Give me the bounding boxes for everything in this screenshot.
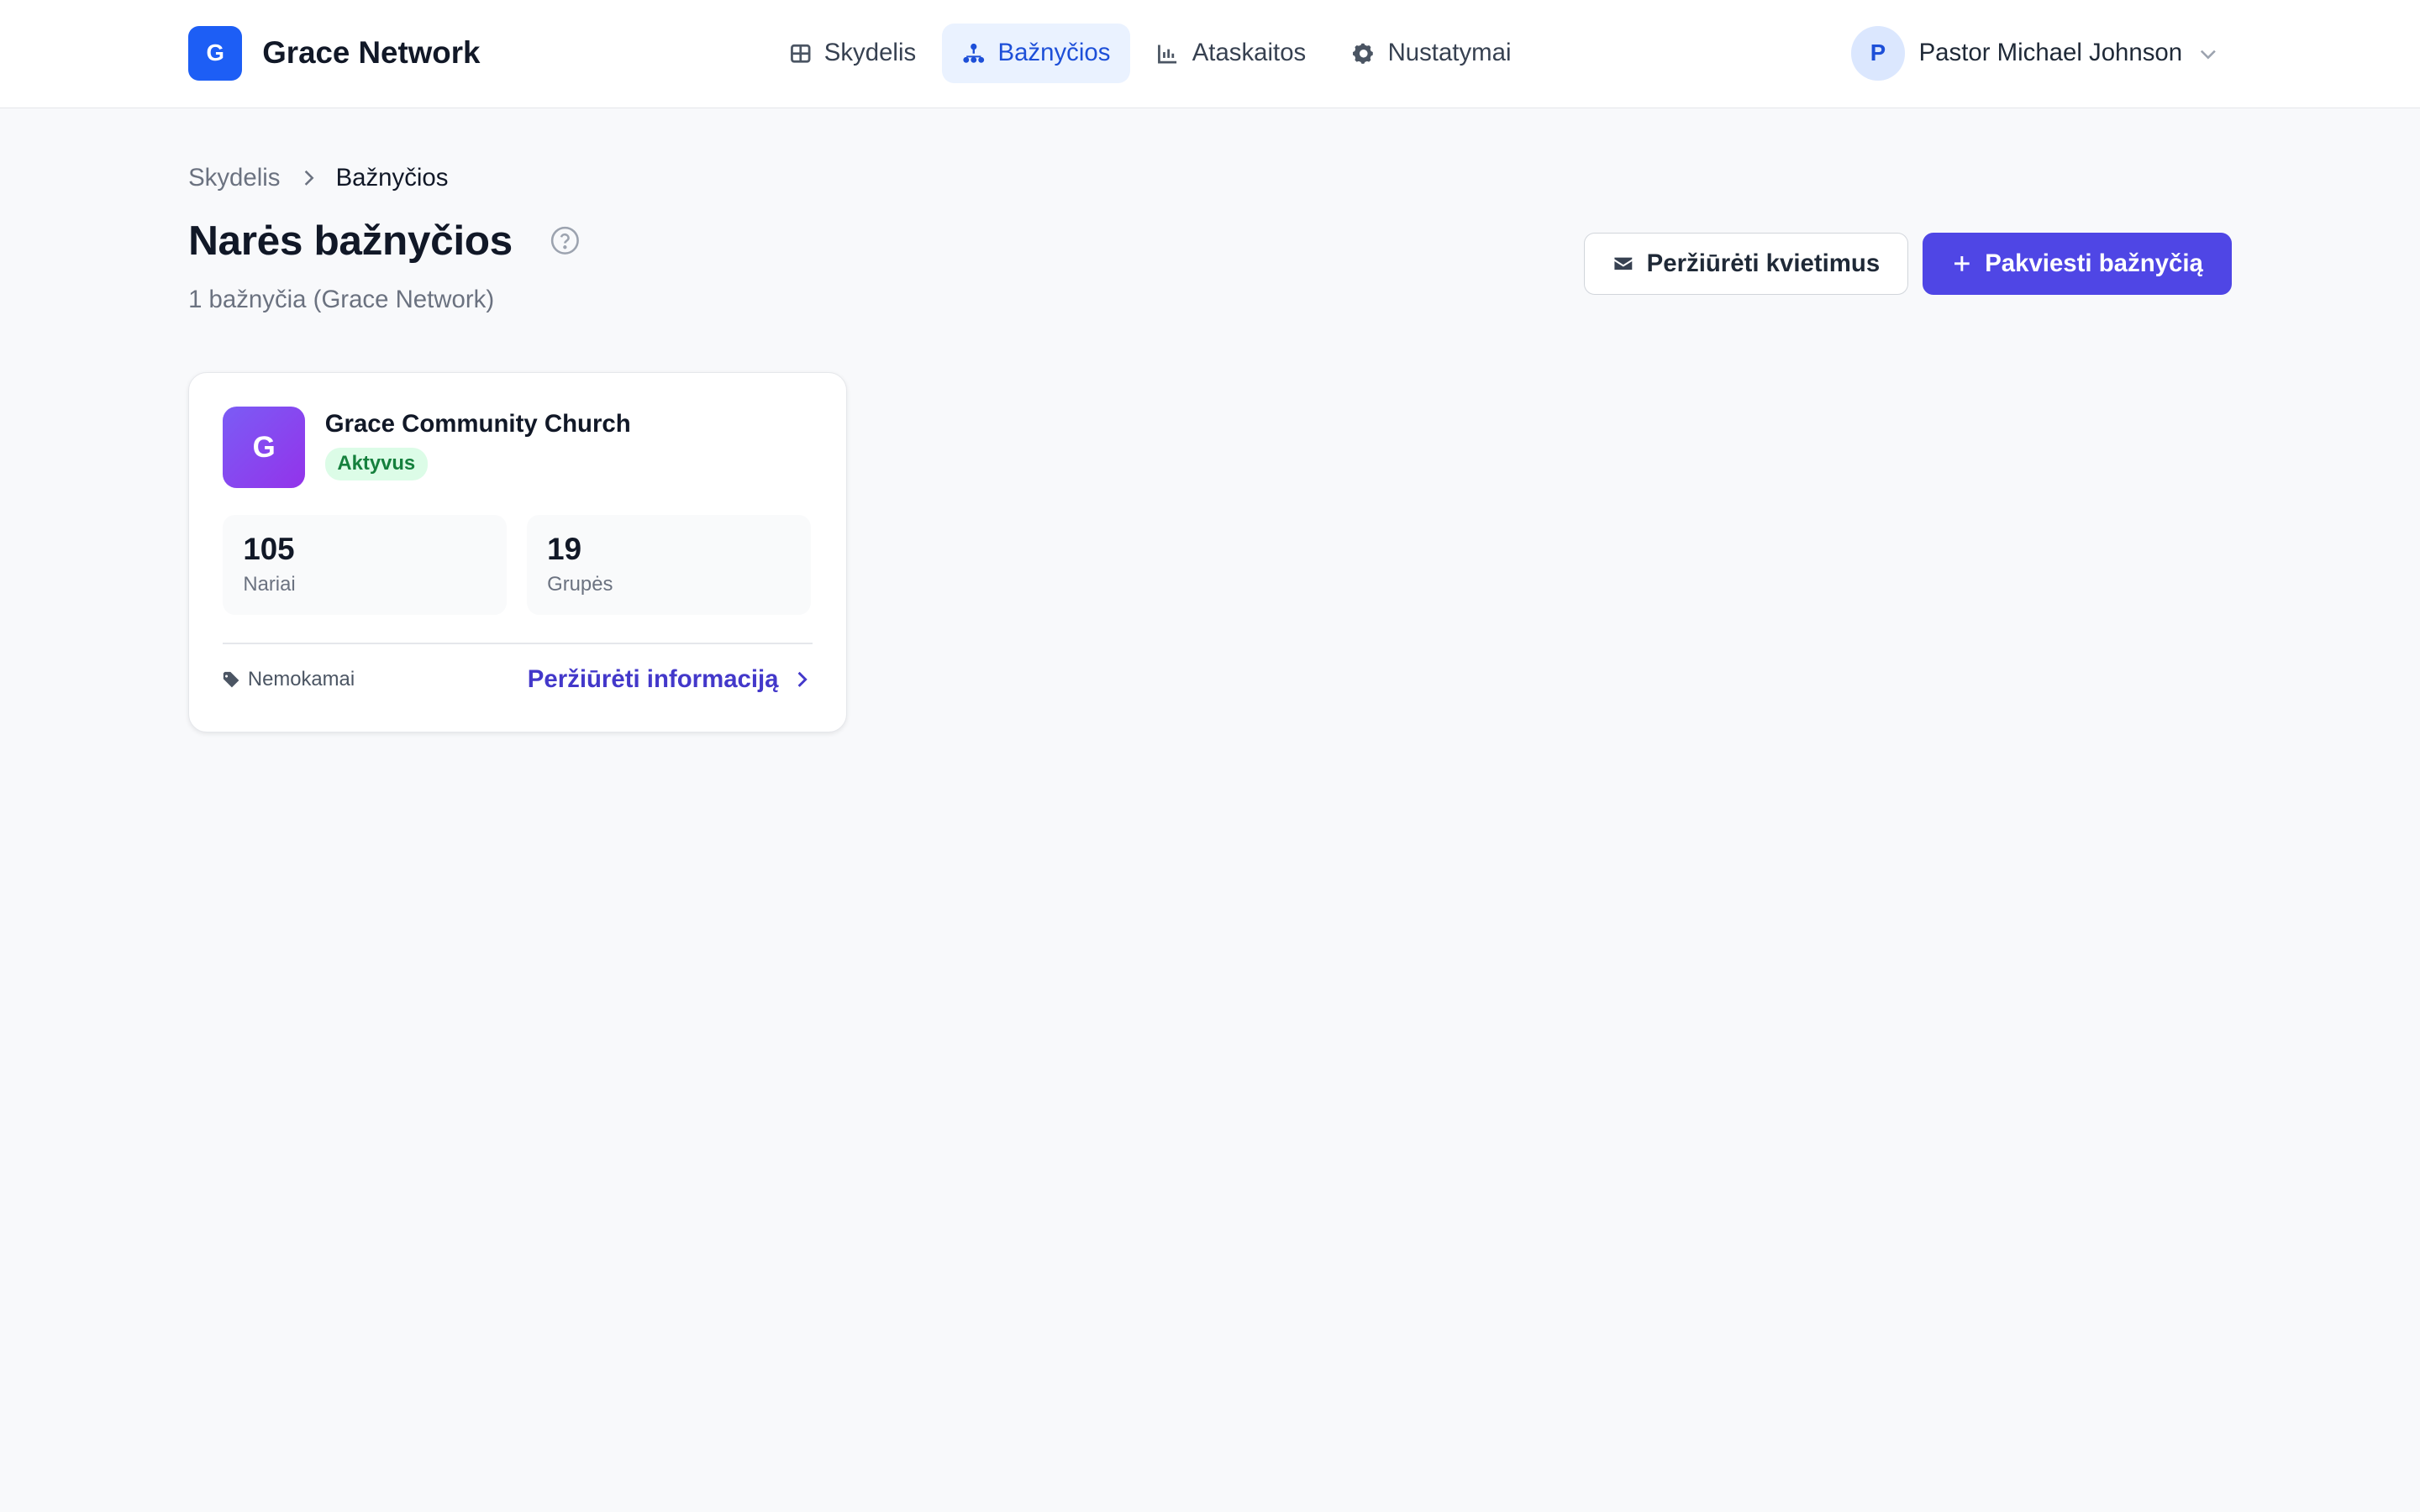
- network-icon: [963, 43, 985, 63]
- church-logo: G: [223, 407, 305, 489]
- grid-icon: [790, 44, 811, 63]
- church-name: Grace Community Church: [324, 409, 631, 438]
- avatar: P: [1850, 26, 1906, 81]
- chevron-right-icon: [304, 170, 314, 186]
- plan-label: Nemokamai: [247, 668, 355, 691]
- church-info: Grace Community Church Aktyvus: [324, 407, 631, 488]
- nav-item-reports[interactable]: Ataskaitos: [1137, 24, 1327, 84]
- stat-label: Grupės: [547, 573, 613, 596]
- nav-item-label: Ataskaitos: [1192, 39, 1307, 67]
- invite-church-button[interactable]: Pakviesti bažnyčią: [1922, 233, 2232, 295]
- nav-item-settings[interactable]: Nustatymai: [1332, 24, 1531, 84]
- brand-name: Grace Network: [262, 35, 481, 71]
- brand-logo: G: [188, 26, 243, 81]
- help-icon[interactable]: [550, 225, 581, 256]
- status-badge: Aktyvus: [324, 447, 428, 480]
- chart-icon: [1158, 45, 1177, 64]
- chevron-down-icon: [2201, 50, 2217, 59]
- nav-item-label: Nustatymai: [1387, 39, 1512, 67]
- page-actions: Peržiūrėti kvietimus Pakviesti bažnyčią: [1584, 233, 2232, 295]
- stat-members: 105 Nariai: [223, 514, 508, 615]
- stat-value: 19: [547, 531, 581, 566]
- page-title: Narės bažnyčios: [188, 217, 513, 265]
- church-card-footer: Nemokamai Peržiūrėti informaciją: [223, 659, 812, 700]
- invite-church-label: Pakviesti bažnyčią: [1985, 249, 2203, 278]
- nav-item-churches[interactable]: Bažnyčios: [942, 23, 1131, 84]
- view-details-label: Peržiūrėti informaciją: [527, 665, 779, 694]
- top-navigation-bar: G Grace Network Skydelis Bažnyčios Atask…: [0, 0, 2420, 108]
- chevron-right-icon: [797, 672, 808, 688]
- view-details-link[interactable]: Peržiūrėti informaciją: [528, 665, 813, 694]
- nav-item-label: Skydelis: [823, 39, 917, 67]
- gear-icon: [1353, 43, 1374, 64]
- brand[interactable]: G Grace Network: [188, 26, 481, 81]
- breadcrumb: Skydelis Bažnyčios: [188, 164, 448, 192]
- page-title-row: Narės bažnyčios: [188, 216, 581, 265]
- envelope-icon: [1614, 257, 1633, 270]
- main-nav: Skydelis Bažnyčios Ataskaitos Nustatymai: [769, 23, 1538, 84]
- stat-value: 105: [243, 531, 295, 566]
- view-invites-button[interactable]: Peržiūrėti kvietimus: [1584, 233, 1909, 295]
- stat-groups: 19 Grupės: [527, 514, 812, 615]
- church-card-header: G Grace Community Church Aktyvus: [223, 407, 631, 489]
- view-invites-label: Peržiūrėti kvietimus: [1646, 249, 1881, 278]
- plus-icon: [1954, 256, 1970, 271]
- card-divider: [223, 643, 813, 644]
- church-card: G Grace Community Church Aktyvus 105 Nar…: [188, 371, 848, 733]
- breadcrumb-current: Bažnyčios: [335, 163, 449, 192]
- church-stats: 105 Nariai 19 Grupės: [223, 514, 812, 615]
- page-subtitle: 1 bažnyčia (Grace Network): [188, 285, 495, 313]
- nav-item-dashboard[interactable]: Skydelis: [769, 24, 936, 84]
- breadcrumb-dashboard-link[interactable]: Skydelis: [188, 164, 280, 192]
- user-name: Pastor Michael Johnson: [1918, 39, 2183, 67]
- nav-item-label: Bažnyčios: [997, 39, 1111, 67]
- plan-info: Nemokamai: [223, 668, 355, 691]
- user-menu[interactable]: P Pastor Michael Johnson: [1850, 26, 2219, 81]
- stat-label: Nariai: [243, 573, 296, 596]
- tag-icon: [224, 671, 239, 688]
